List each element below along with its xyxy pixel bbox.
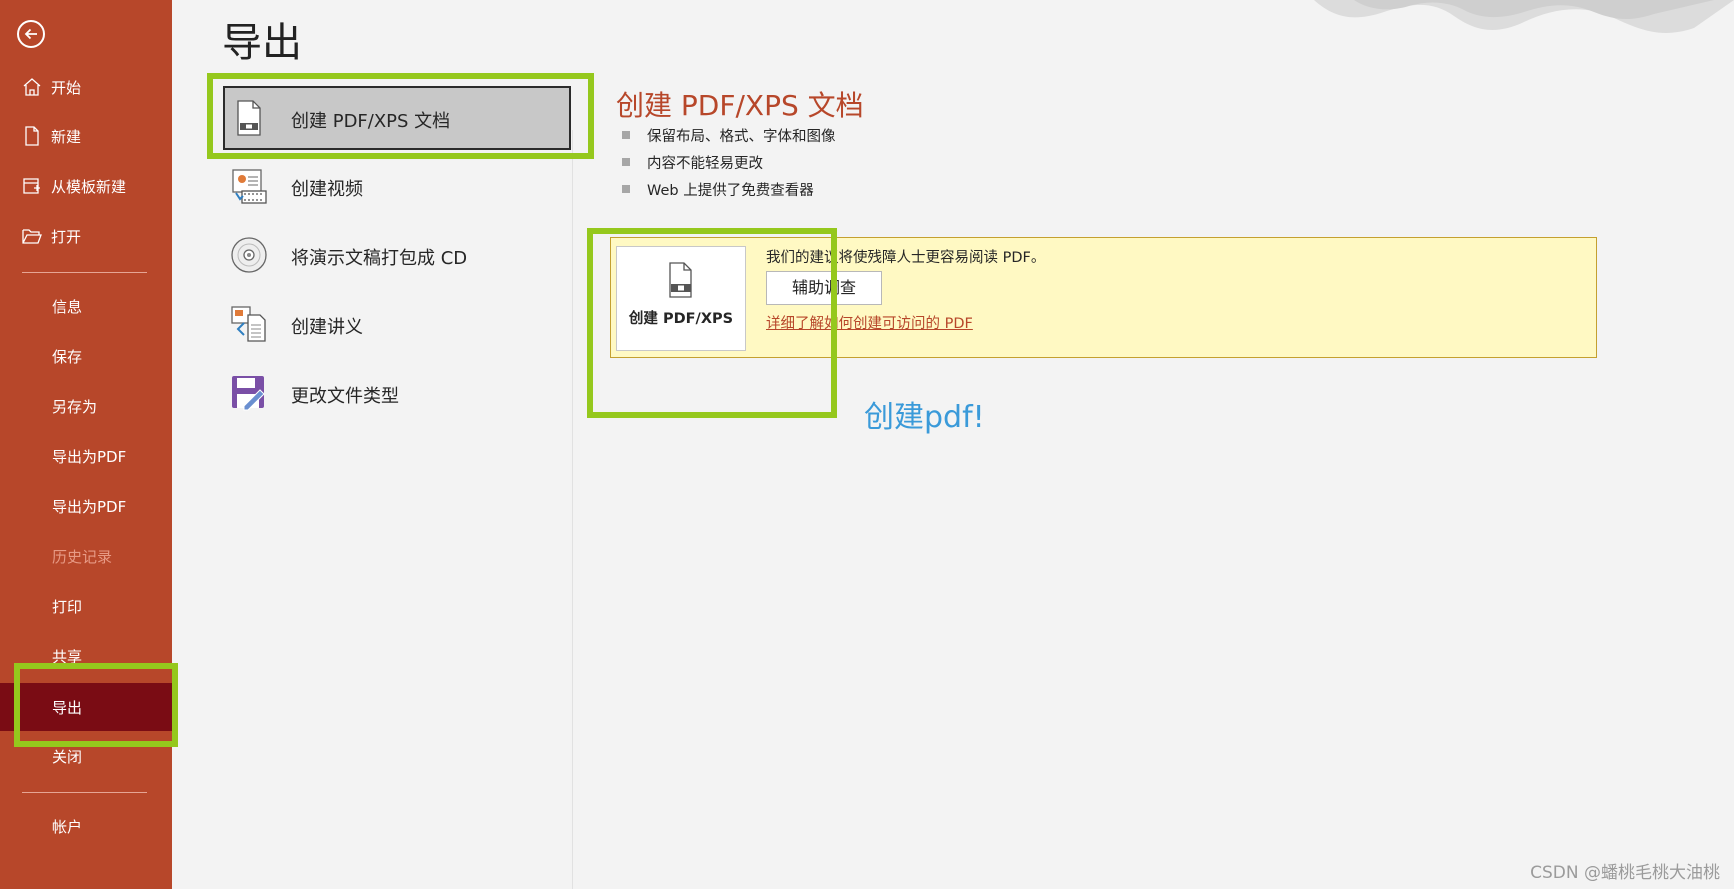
sidebar-item-account[interactable]: 帐户 (0, 803, 172, 849)
sidebar-item-share[interactable]: 共享 (0, 633, 172, 679)
sidebar-item-home[interactable]: 开始 (0, 64, 172, 110)
export-option-create-pdf-xps[interactable]: 创建 PDF/XPS 文档 (223, 86, 571, 150)
export-option-label: 更改文件类型 (291, 386, 399, 407)
sidebar-item-label: 导出为PDF (52, 447, 127, 466)
export-option-label: 将演示文稿打包成 CD (291, 248, 468, 269)
save-as-type-icon (232, 376, 265, 411)
header-decoration (1294, 0, 1734, 50)
accessibility-check-button[interactable]: 辅助调查 (766, 271, 882, 305)
sidebar-item-print[interactable]: 打印 (0, 583, 172, 629)
accessibility-notice: 创建 PDF/XPS 我们的建议将使残障人士更容易阅读 PDF。 辅助调查 详细… (610, 237, 1597, 358)
sidebar-item-new-from-template[interactable]: 从模板新建 (0, 163, 172, 209)
sidebar-item-export-pdf-2[interactable]: 导出为PDF (0, 483, 172, 529)
pdf-document-icon (669, 262, 692, 298)
handout-icon (231, 306, 266, 342)
sidebar-item-label: 保存 (52, 347, 83, 366)
sidebar-item-close[interactable]: 关闭 (0, 733, 172, 779)
sidebar-item-label: 历史记录 (52, 547, 113, 566)
back-button[interactable] (17, 20, 45, 48)
sidebar-item-new[interactable]: 新建 (0, 113, 172, 159)
sidebar-item-save-as[interactable]: 另存为 (0, 383, 172, 429)
export-option-label: 创建讲义 (291, 317, 363, 338)
sidebar-separator (22, 272, 147, 273)
sidebar-item-save[interactable]: 保存 (0, 333, 172, 379)
sidebar-item-label: 新建 (51, 127, 82, 146)
annotation-text: 创建pdf! (864, 400, 985, 435)
home-icon (23, 78, 41, 96)
pdf-document-icon (237, 100, 261, 136)
sidebar-item-history: 历史记录 (0, 533, 172, 579)
export-option-label: 创建 PDF/XPS 文档 (291, 111, 451, 132)
export-option-change-file-type[interactable]: 更改文件类型 (224, 362, 570, 424)
sidebar-item-label: 打开 (51, 227, 82, 246)
bullet-marker (622, 131, 630, 139)
watermark: CSDN @蟠桃毛桃大油桃 (1530, 863, 1720, 883)
bullet-marker (622, 185, 630, 193)
cd-icon (231, 237, 267, 273)
sidebar-item-label: 打印 (52, 597, 83, 616)
sidebar-item-label: 另存为 (52, 397, 98, 416)
sidebar-item-label: 从模板新建 (51, 177, 127, 196)
pane-divider (572, 130, 573, 889)
sidebar-item-label: 导出为PDF (52, 497, 127, 516)
export-option-package-cd[interactable]: 将演示文稿打包成 CD (224, 224, 570, 286)
export-option-create-video[interactable]: 创建视频 (224, 155, 570, 217)
backstage-sidebar: 开始 新建 从模板新建 打开 信息 保存 另存为 导出为PDF 导出为PDF 历… (0, 0, 172, 889)
video-icon (232, 169, 267, 204)
folder-open-icon (22, 229, 42, 244)
export-option-label: 创建视频 (291, 179, 363, 200)
sidebar-item-open[interactable]: 打开 (0, 213, 172, 259)
new-document-icon (25, 126, 39, 146)
sidebar-item-label: 帐户 (52, 817, 83, 836)
template-icon (23, 178, 40, 194)
create-pdf-xps-button[interactable]: 创建 PDF/XPS (616, 246, 746, 351)
detail-title: 创建 PDF/XPS 文档 (616, 89, 864, 122)
learn-more-link[interactable]: 详细了解如何创建可访问的 PDF (766, 312, 973, 333)
create-button-label: 创建 PDF/XPS (628, 311, 734, 327)
sidebar-separator (22, 792, 147, 793)
export-option-create-handouts[interactable]: 创建讲义 (224, 293, 570, 355)
page-title: 导出 (222, 20, 302, 66)
sidebar-item-label: 导出 (52, 698, 83, 717)
notice-text: 我们的建议将使残障人士更容易阅读 PDF。 (766, 250, 1046, 266)
bullet-marker (622, 158, 630, 166)
sidebar-item-label: 开始 (51, 78, 82, 97)
decorative-pattern (1294, 0, 1734, 50)
sidebar-item-label: 关闭 (52, 747, 83, 766)
sidebar-item-info[interactable]: 信息 (0, 283, 172, 329)
sidebar-item-label: 信息 (52, 297, 83, 316)
sidebar-item-export[interactable]: 导出 (0, 683, 172, 731)
back-arrow-icon (24, 28, 37, 40)
sidebar-item-label: 共享 (52, 647, 83, 666)
sidebar-item-export-pdf-1[interactable]: 导出为PDF (0, 433, 172, 479)
